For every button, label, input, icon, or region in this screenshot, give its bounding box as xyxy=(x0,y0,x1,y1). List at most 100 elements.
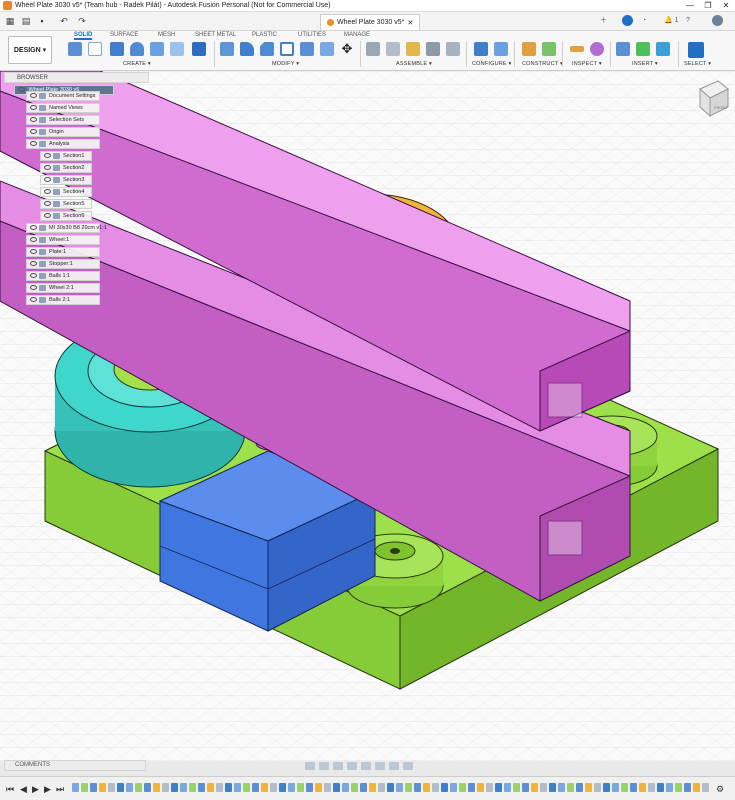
timeline-feature-icon[interactable] xyxy=(495,783,502,792)
motion-link-icon[interactable] xyxy=(446,42,460,56)
visibility-eye-icon[interactable] xyxy=(44,153,51,159)
visibility-eye-icon[interactable] xyxy=(30,285,37,291)
timeline-feature-icon[interactable] xyxy=(153,783,160,792)
browser-item[interactable]: Plate:1 xyxy=(26,247,100,257)
timeline-feature-icon[interactable] xyxy=(522,783,529,792)
timeline-feature-icon[interactable] xyxy=(423,783,430,792)
app-grid-icon[interactable]: ▦ xyxy=(4,15,16,27)
timeline-feature-icon[interactable] xyxy=(90,783,97,792)
visibility-eye-icon[interactable] xyxy=(30,249,37,255)
browser-item[interactable]: Section4 xyxy=(40,187,92,197)
tab-manage[interactable]: MANAGE xyxy=(344,32,370,38)
maximize-button[interactable]: ❐ xyxy=(699,0,717,11)
timeline-feature-icon[interactable] xyxy=(486,783,493,792)
timeline-feature-icon[interactable] xyxy=(198,783,205,792)
timeline-feature-icon[interactable] xyxy=(342,783,349,792)
timeline-feature-icon[interactable] xyxy=(639,783,646,792)
configure-group-label[interactable]: CONFIGURE ▾ xyxy=(472,61,512,67)
box-icon[interactable] xyxy=(192,42,206,56)
timeline-feature-icon[interactable] xyxy=(567,783,574,792)
timeline-feature-icon[interactable] xyxy=(72,783,79,792)
browser-item[interactable]: Named Views xyxy=(26,103,100,113)
visibility-eye-icon[interactable] xyxy=(18,87,25,93)
timeline-feature-icon[interactable] xyxy=(648,783,655,792)
timeline-feature-icon[interactable] xyxy=(432,783,439,792)
select-icon[interactable] xyxy=(688,42,704,58)
timeline-feature-icon[interactable] xyxy=(396,783,403,792)
timeline-feature-icon[interactable] xyxy=(315,783,322,792)
timeline-feature-icon[interactable] xyxy=(585,783,592,792)
visibility-eye-icon[interactable] xyxy=(30,141,37,147)
timeline-feature-icon[interactable] xyxy=(414,783,421,792)
visibility-eye-icon[interactable] xyxy=(30,273,37,279)
browser-item[interactable]: Selection Sets xyxy=(26,115,100,125)
tab-solid[interactable]: SOLID xyxy=(74,32,93,40)
notifications-icon[interactable]: 🔔 1 xyxy=(664,15,679,27)
timeline-feature-icon[interactable] xyxy=(450,783,457,792)
tab-mesh[interactable]: MESH xyxy=(158,32,175,38)
browser-item[interactable]: Section6 xyxy=(40,211,92,221)
visibility-eye-icon[interactable] xyxy=(30,225,37,231)
new-component-icon[interactable] xyxy=(68,42,82,56)
tab-surface[interactable]: SURFACE xyxy=(110,32,138,38)
timeline-feature-icon[interactable] xyxy=(234,783,241,792)
browser-item[interactable]: MI 30x30 B8 20cm v1:1 xyxy=(26,223,107,233)
pan-icon[interactable] xyxy=(333,761,343,770)
visibility-eye-icon[interactable] xyxy=(30,129,37,135)
press-pull-icon[interactable] xyxy=(220,42,234,56)
timeline-feature-icon[interactable] xyxy=(117,783,124,792)
timeline-end-button[interactable]: ⏭ xyxy=(56,784,64,795)
help-icon[interactable]: ? xyxy=(686,15,690,27)
insert-group-label[interactable]: INSERT ▾ xyxy=(632,61,658,67)
comments-panel[interactable]: COMMENTS xyxy=(4,760,146,771)
timeline-feature-icon[interactable] xyxy=(603,783,610,792)
job-status-icon[interactable]: ◔ xyxy=(642,15,646,27)
timeline-feature-icon[interactable] xyxy=(144,783,151,792)
timeline-feature-icon[interactable] xyxy=(297,783,304,792)
move-icon[interactable]: ✥ xyxy=(340,42,354,56)
document-tab[interactable]: Wheel Plate 3030 v5* ✕ xyxy=(320,14,421,30)
visibility-eye-icon[interactable] xyxy=(30,93,37,99)
construct-group-label[interactable]: CONSTRUCT ▾ xyxy=(522,61,563,67)
grid-settings-icon[interactable] xyxy=(389,761,399,770)
close-window-button[interactable]: ✕ xyxy=(717,0,735,11)
loft-icon[interactable] xyxy=(170,42,184,56)
shell-icon[interactable] xyxy=(280,42,294,56)
timeline-start-button[interactable]: ⏮ xyxy=(6,784,14,795)
assemble-group-label[interactable]: ASSEMBLE ▾ xyxy=(396,61,432,67)
timeline-feature-icon[interactable] xyxy=(540,783,547,792)
timeline-feature-icon[interactable] xyxy=(252,783,259,792)
visibility-eye-icon[interactable] xyxy=(30,105,37,111)
timeline-feature-icon[interactable] xyxy=(360,783,367,792)
timeline-play-button[interactable]: ▶ xyxy=(32,784,39,795)
timeline-feature-icon[interactable] xyxy=(504,783,511,792)
user-avatar-icon[interactable] xyxy=(712,15,723,27)
timeline-feature-icon[interactable] xyxy=(468,783,475,792)
browser-item[interactable]: Section2 xyxy=(40,163,92,173)
visibility-eye-icon[interactable] xyxy=(30,237,37,243)
inspect-group-label[interactable]: INSPECT ▾ xyxy=(572,61,602,67)
timeline-feature-icon[interactable] xyxy=(576,783,583,792)
timeline-feature-icon[interactable] xyxy=(621,783,628,792)
timeline-feature-icon[interactable] xyxy=(378,783,385,792)
new-tab-icon[interactable]: ＋ xyxy=(600,15,607,27)
create-sketch-icon[interactable] xyxy=(88,42,102,56)
create-group-label[interactable]: CREATE ▾ xyxy=(123,61,151,67)
timeline-feature-icon[interactable] xyxy=(657,783,664,792)
interference-icon[interactable] xyxy=(590,42,604,56)
timeline-feature-icon[interactable] xyxy=(189,783,196,792)
tab-sheet-metal[interactable]: SHEET METAL xyxy=(195,32,236,38)
tab-utilities[interactable]: UTILITIES xyxy=(298,32,326,38)
visibility-eye-icon[interactable] xyxy=(44,213,51,219)
timeline-feature-icon[interactable] xyxy=(288,783,295,792)
browser-item[interactable]: Analysis xyxy=(26,139,100,149)
browser-item[interactable]: Section5 xyxy=(40,199,92,209)
insert-derive-icon[interactable] xyxy=(616,42,630,56)
timeline-feature-icon[interactable] xyxy=(243,783,250,792)
browser-item[interactable]: Section1 xyxy=(40,151,92,161)
modify-group-label[interactable]: MODIFY ▾ xyxy=(272,61,299,67)
rigid-group-icon[interactable] xyxy=(426,42,440,56)
measure-icon[interactable] xyxy=(570,46,584,52)
undo-icon[interactable]: ↶ xyxy=(58,15,70,27)
configure-icon[interactable] xyxy=(474,42,488,56)
